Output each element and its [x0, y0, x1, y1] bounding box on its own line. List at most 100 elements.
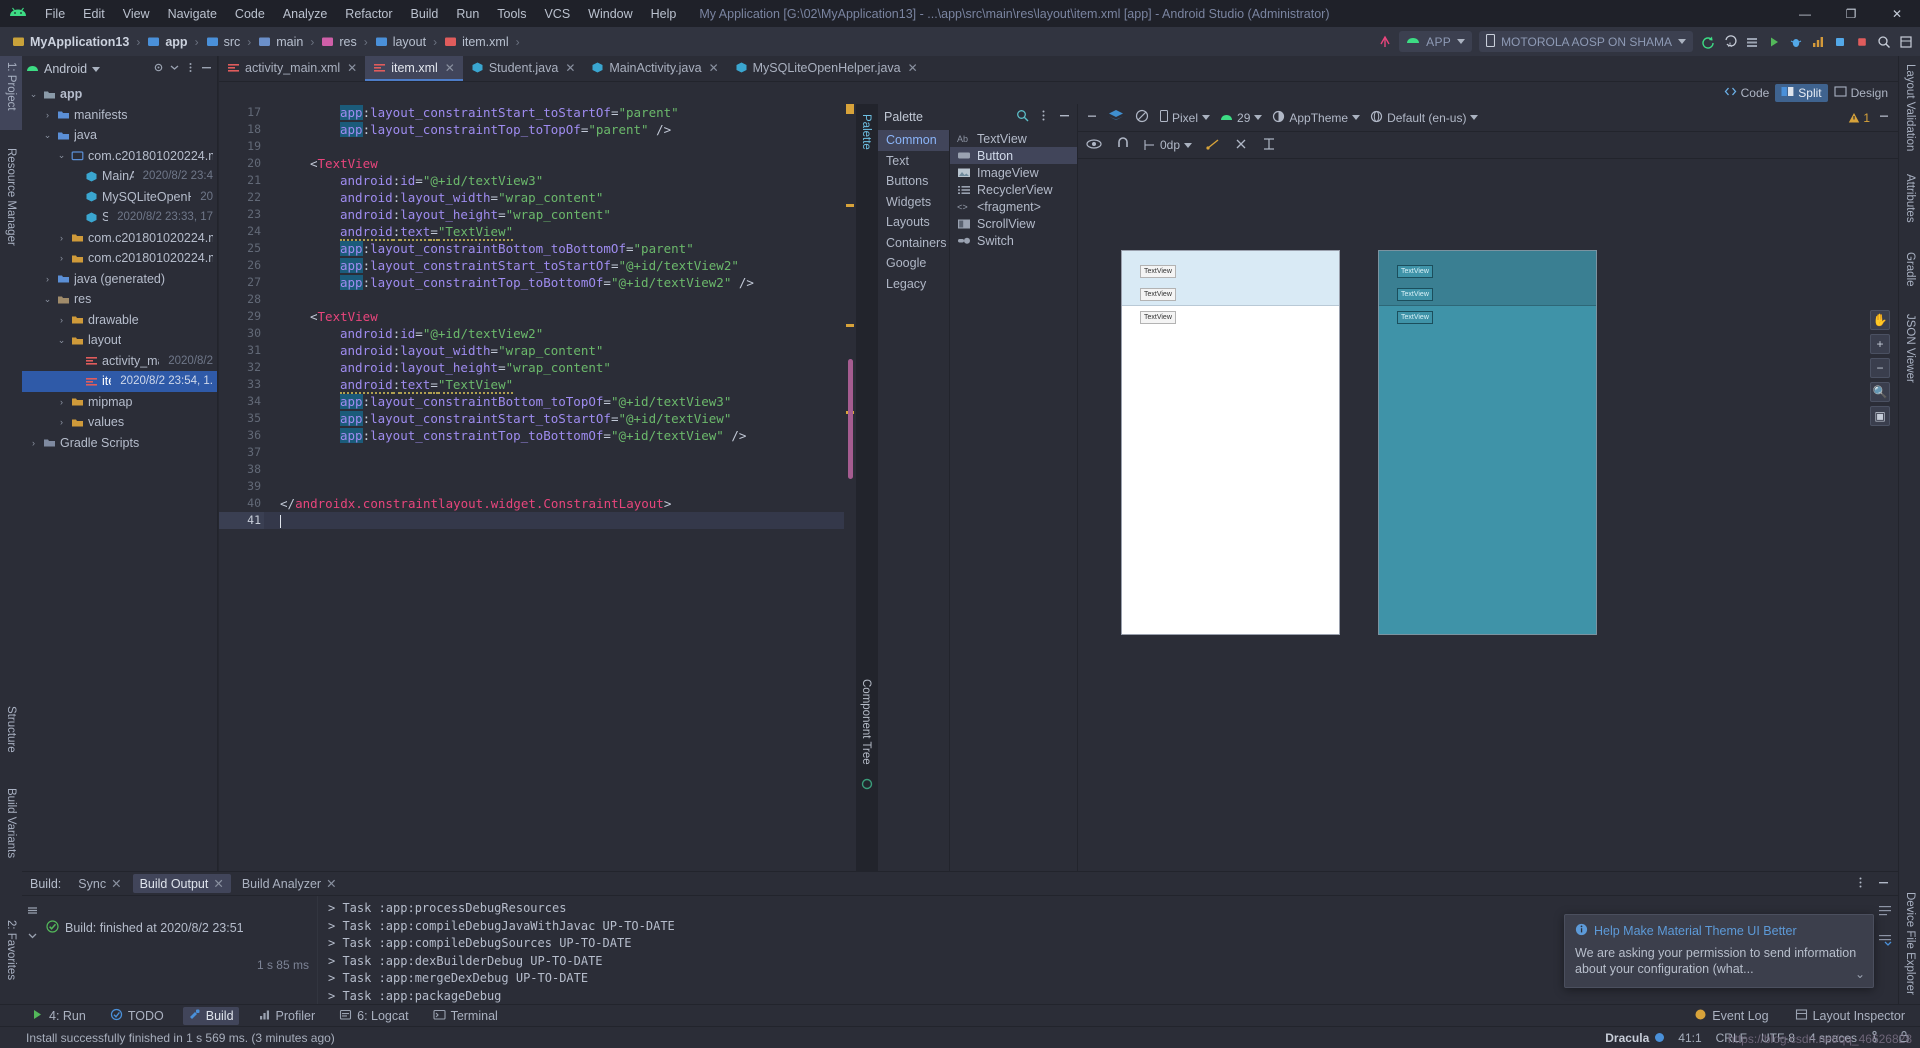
- close-icon[interactable]: ✕: [213, 876, 223, 891]
- chevron-icon[interactable]: ›: [42, 274, 53, 284]
- editor-tab-mainactivity-java[interactable]: MainActivity.java ✕: [583, 56, 726, 81]
- code-line[interactable]: android:text="TextView": [264, 376, 844, 394]
- code-line[interactable]: app:layout_constraintStart_toStartOf="@+…: [264, 257, 844, 274]
- debug-icon[interactable]: [1785, 30, 1806, 53]
- view-mode-split[interactable]: Split: [1775, 84, 1828, 102]
- breadcrumb-item-src[interactable]: src: [202, 33, 245, 51]
- code-line[interactable]: </androidx.constraintlayout.widget.Const…: [264, 495, 844, 512]
- chevron-icon[interactable]: ›: [56, 397, 67, 407]
- device-preview-render[interactable]: TextView TextView TextView: [1121, 250, 1340, 635]
- chevron-icon[interactable]: ›: [56, 233, 67, 243]
- orientation-icon[interactable]: [1134, 109, 1150, 126]
- bottom-tab-event-log[interactable]: Event Log: [1689, 1007, 1773, 1025]
- tree-node-java[interactable]: ⌄ java: [22, 125, 217, 146]
- menu-item-file[interactable]: File: [36, 4, 74, 24]
- palette-category-legacy[interactable]: Legacy: [878, 274, 949, 295]
- theme-dropdown[interactable]: AppTheme: [1272, 110, 1361, 126]
- caret-position[interactable]: 41:1: [1678, 1031, 1701, 1045]
- warning-badge[interactable]: 1: [1848, 111, 1870, 125]
- component-tree-vertical-tab[interactable]: Component Tree: [856, 673, 876, 771]
- close-icon[interactable]: ✕: [347, 61, 357, 75]
- tree-node-drawable[interactable]: › drawable: [22, 310, 217, 331]
- zoom-out-icon[interactable]: −: [1870, 358, 1890, 378]
- tree-node-mipmap[interactable]: › mipmap: [22, 392, 217, 413]
- close-icon[interactable]: ✕: [709, 61, 719, 75]
- palette-item--fragment-[interactable]: <> <fragment>: [950, 198, 1077, 215]
- bottom-tab-todo[interactable]: TODO: [105, 1007, 169, 1025]
- palette-category-layouts[interactable]: Layouts: [878, 212, 949, 233]
- infer-constraints-icon[interactable]: [1262, 137, 1276, 154]
- code-line[interactable]: android:layout_height="wrap_content": [264, 206, 844, 223]
- profile-icon[interactable]: [1807, 30, 1828, 53]
- menu-item-code[interactable]: Code: [226, 4, 274, 24]
- view-mode-design[interactable]: Design: [1828, 84, 1894, 102]
- chevron-icon[interactable]: ›: [56, 315, 67, 325]
- guideline-icon[interactable]: [1206, 137, 1220, 154]
- zoom-actual-icon[interactable]: ▣: [1870, 406, 1890, 426]
- palette-item-scrollview[interactable]: ScrollView: [950, 215, 1077, 232]
- code-line[interactable]: <TextView: [264, 308, 844, 325]
- build-status-row[interactable]: Build: finished at 2020/8/2 23:51: [22, 920, 317, 936]
- breadcrumb-item-res[interactable]: res: [317, 33, 360, 51]
- tree-node-mysqliteopenhelper[interactable]: MySQLiteOpenHelper 20: [22, 187, 217, 208]
- scroll-to-end-icon[interactable]: [1878, 933, 1892, 950]
- zoom-fit-icon[interactable]: 🔍: [1870, 382, 1890, 402]
- palette-category-common[interactable]: Common: [878, 130, 949, 151]
- chevron-icon[interactable]: ›: [28, 438, 39, 448]
- chevron-icon[interactable]: ⌄: [56, 335, 67, 346]
- sidebar-item-layout-validation[interactable]: Layout Validation: [1899, 58, 1920, 162]
- chevron-icon[interactable]: ⌄: [42, 294, 53, 305]
- tree-node-gradle-scripts[interactable]: › Gradle Scripts: [22, 433, 217, 454]
- code-line[interactable]: android:id="@+id/textView2": [264, 325, 844, 342]
- textview-render-3[interactable]: TextView: [1140, 311, 1176, 324]
- tree-node-com-c201801020224-myappl[interactable]: ⌄ com.c201801020224.myappl: [22, 146, 217, 167]
- pan-icon[interactable]: ✋: [1870, 310, 1890, 330]
- avd-manager-icon[interactable]: A: [1719, 30, 1740, 53]
- palette-item-textview[interactable]: Ab TextView: [950, 130, 1077, 147]
- code-line[interactable]: android:layout_width="wrap_content": [264, 342, 844, 359]
- design-surface-icon[interactable]: [1108, 109, 1124, 126]
- locale-dropdown[interactable]: Default (en-us): [1370, 110, 1479, 126]
- palette-item-recyclerview[interactable]: RecyclerView: [950, 181, 1077, 198]
- menu-item-tools[interactable]: Tools: [488, 4, 535, 24]
- sidebar-item-attributes[interactable]: Attributes: [1899, 168, 1920, 240]
- stop-icon[interactable]: [1851, 30, 1872, 53]
- palette-category-text[interactable]: Text: [878, 151, 949, 172]
- palette-item-button[interactable]: Button: [950, 147, 1077, 164]
- chevron-icon[interactable]: ›: [56, 253, 67, 263]
- textview-render-1[interactable]: TextView: [1140, 265, 1176, 278]
- code-line[interactable]: [264, 512, 844, 529]
- expand-icon[interactable]: [26, 904, 39, 920]
- chevron-down-icon[interactable]: ⌄: [1855, 967, 1865, 981]
- chevron-icon[interactable]: ⌄: [56, 150, 67, 161]
- palette-category-google[interactable]: Google: [878, 253, 949, 274]
- run-configuration-selector[interactable]: APP: [1399, 31, 1473, 52]
- code-line[interactable]: [264, 444, 844, 461]
- menu-item-vcs[interactable]: VCS: [535, 4, 579, 24]
- more-options-icon[interactable]: [184, 61, 197, 77]
- palette-vertical-tab[interactable]: Palette: [856, 108, 876, 156]
- tree-node-activity-main-xml[interactable]: activity_main.xml 2020/8/2: [22, 351, 217, 372]
- layout-inspector-icon[interactable]: [1895, 30, 1916, 53]
- minimize-icon[interactable]: [1878, 110, 1890, 125]
- bottom-tab-build[interactable]: Build: [182, 1006, 239, 1025]
- palette-category-buttons[interactable]: Buttons: [878, 171, 949, 192]
- collapse-icon[interactable]: [26, 930, 39, 946]
- sidebar-item-build-variants[interactable]: Build Variants: [0, 782, 22, 892]
- chevron-icon[interactable]: ⌄: [42, 130, 53, 141]
- notification-popup[interactable]: Help Make Material Theme UI Better We ar…: [1564, 914, 1874, 988]
- eye-icon[interactable]: [1086, 138, 1102, 153]
- device-selector[interactable]: MOTOROLA AOSP ON SHAMA: [1479, 31, 1693, 52]
- code-line[interactable]: app:layout_constraintBottom_toTopOf="@+i…: [264, 393, 844, 410]
- close-icon[interactable]: ✕: [565, 61, 575, 75]
- menu-item-view[interactable]: View: [114, 4, 159, 24]
- run-icon[interactable]: [1763, 30, 1784, 53]
- sidebar-item-project[interactable]: 1: Project: [0, 56, 22, 130]
- code-line[interactable]: [264, 461, 844, 478]
- more-options-icon[interactable]: [1037, 109, 1050, 125]
- tab-build-analyzer[interactable]: Build Analyzer ✕: [235, 874, 344, 893]
- blueprint-preview-render[interactable]: TextView TextView TextView: [1378, 250, 1597, 635]
- tree-node-com-c201801020224-myappl[interactable]: › com.c201801020224.myappl: [22, 228, 217, 249]
- sync-gradle-icon[interactable]: [1697, 30, 1718, 53]
- code-line[interactable]: <TextView: [264, 155, 844, 172]
